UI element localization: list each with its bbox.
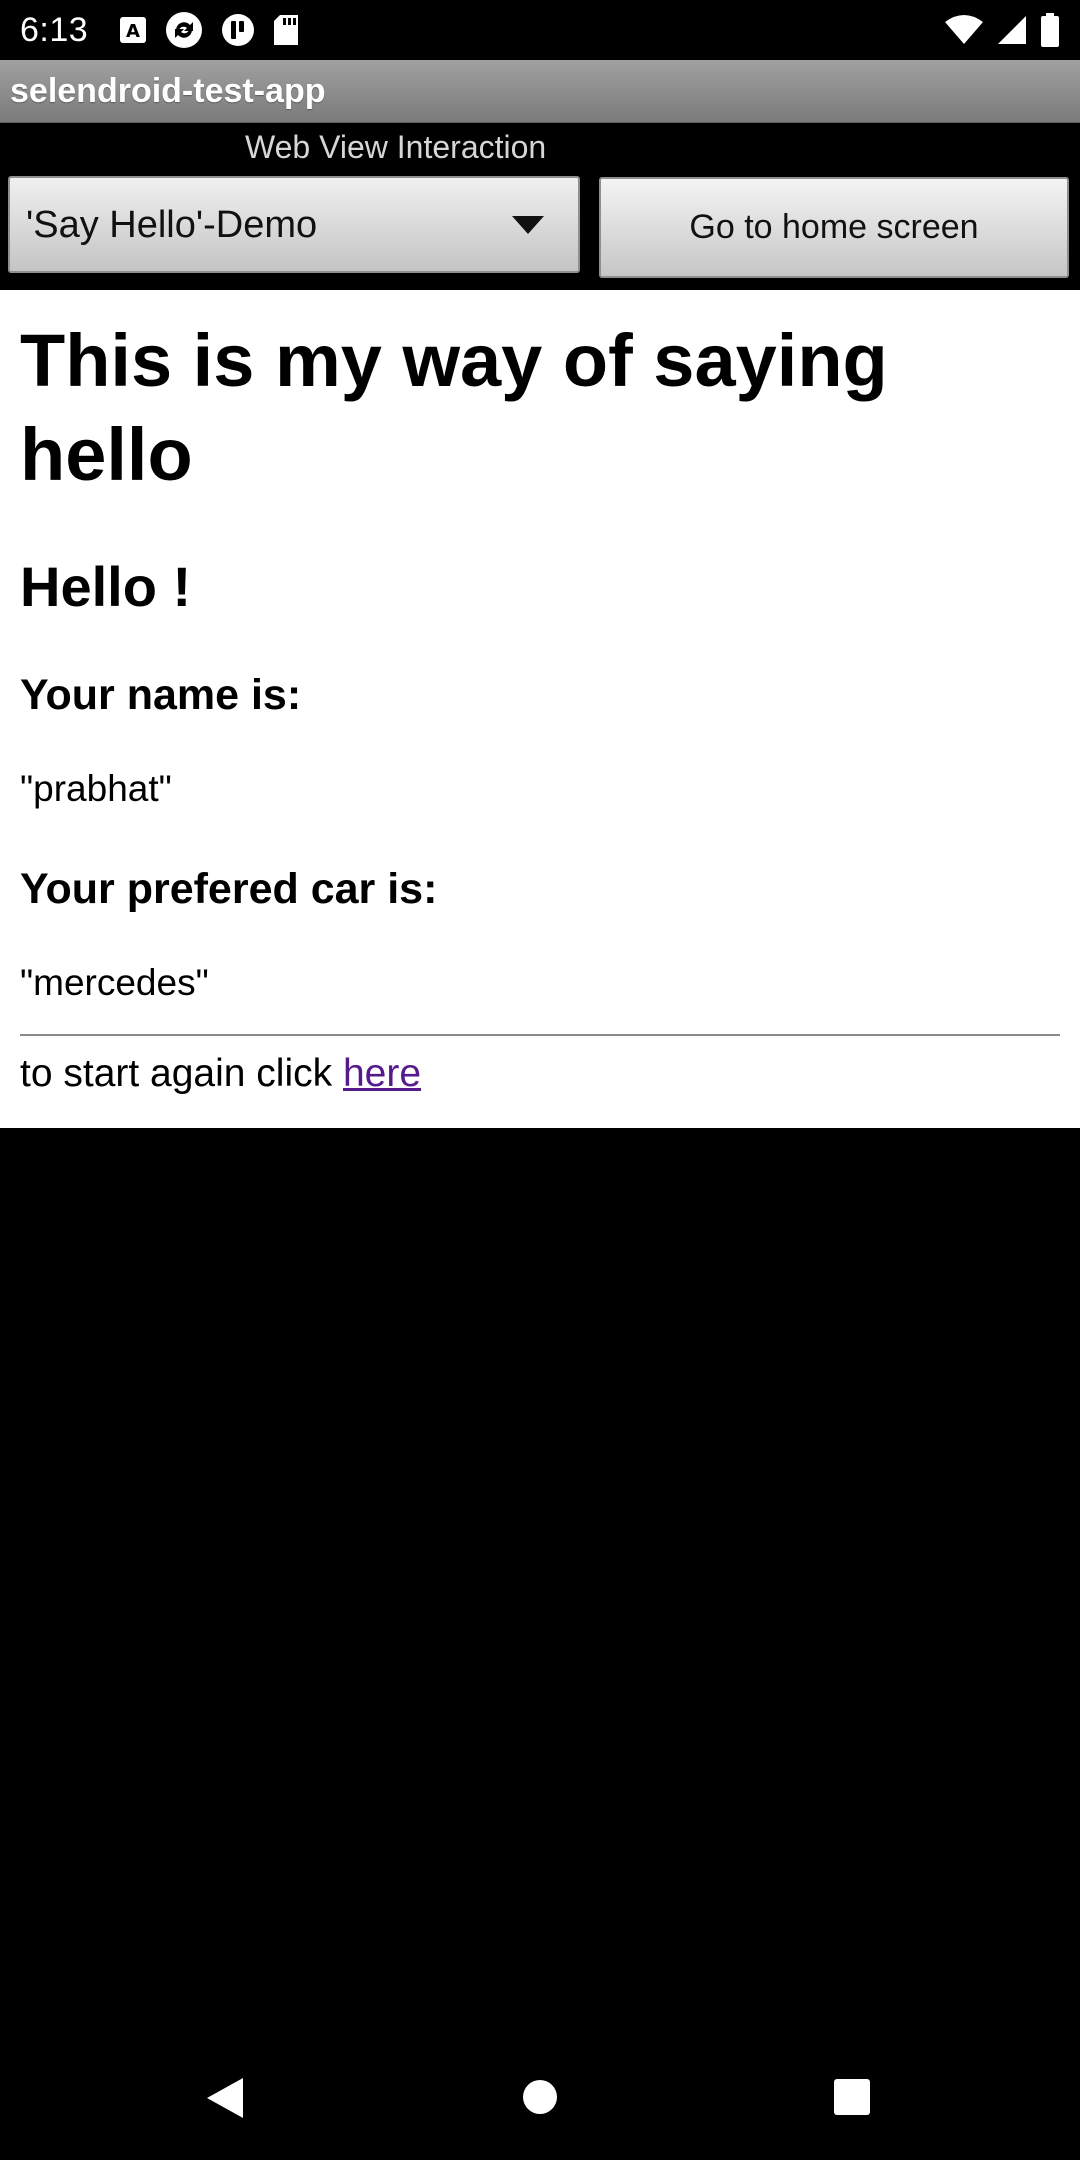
status-time: 6:13 <box>20 11 89 49</box>
wifi-icon <box>944 14 984 46</box>
home-icon[interactable] <box>522 2079 558 2120</box>
battery-icon <box>1040 13 1060 47</box>
web-view: This is my way of saying hello Hello ! Y… <box>0 290 1080 1128</box>
name-value: "prabhat" <box>20 768 172 809</box>
demo-spinner[interactable]: 'Say Hello'-Demo <box>8 176 580 273</box>
sync-icon <box>164 10 204 50</box>
a-notification-icon: A <box>118 15 148 45</box>
page-title: This is my way of saying hello <box>20 319 888 496</box>
activity-header: Web View Interaction 'Say Hello'-Demo Go… <box>0 123 1080 290</box>
sd-card-icon <box>272 14 300 46</box>
cell-signal-icon <box>996 14 1028 46</box>
back-icon[interactable] <box>205 2076 245 2125</box>
divider <box>20 1034 1060 1036</box>
navigation-bar <box>0 2032 1080 2160</box>
activity-subtitle: Web View Interaction <box>245 129 547 165</box>
recents-icon[interactable] <box>833 2078 871 2121</box>
car-label: Your prefered car is: <box>20 865 438 913</box>
svg-text:A: A <box>126 21 140 42</box>
start-again-text: to start again click here <box>20 1050 421 1098</box>
status-notification-icons: A <box>118 8 300 52</box>
pocket-icon <box>220 12 256 48</box>
status-system-icons <box>944 8 1060 52</box>
dropdown-arrow-icon <box>512 216 544 239</box>
status-bar: 6:13 A <box>0 0 1080 60</box>
greeting-heading: Hello ! <box>20 555 192 618</box>
name-label: Your name is: <box>20 671 302 719</box>
start-again-link[interactable]: here <box>343 1052 421 1095</box>
app-title: selendroid-test-app <box>10 72 326 110</box>
start-again-label: to start again click <box>20 1052 343 1095</box>
go-to-home-screen-button[interactable]: Go to home screen <box>599 177 1069 278</box>
car-value: "mercedes" <box>20 962 209 1003</box>
spinner-selected-value: 'Say Hello'-Demo <box>26 204 318 246</box>
app-title-bar: selendroid-test-app <box>0 60 1080 123</box>
